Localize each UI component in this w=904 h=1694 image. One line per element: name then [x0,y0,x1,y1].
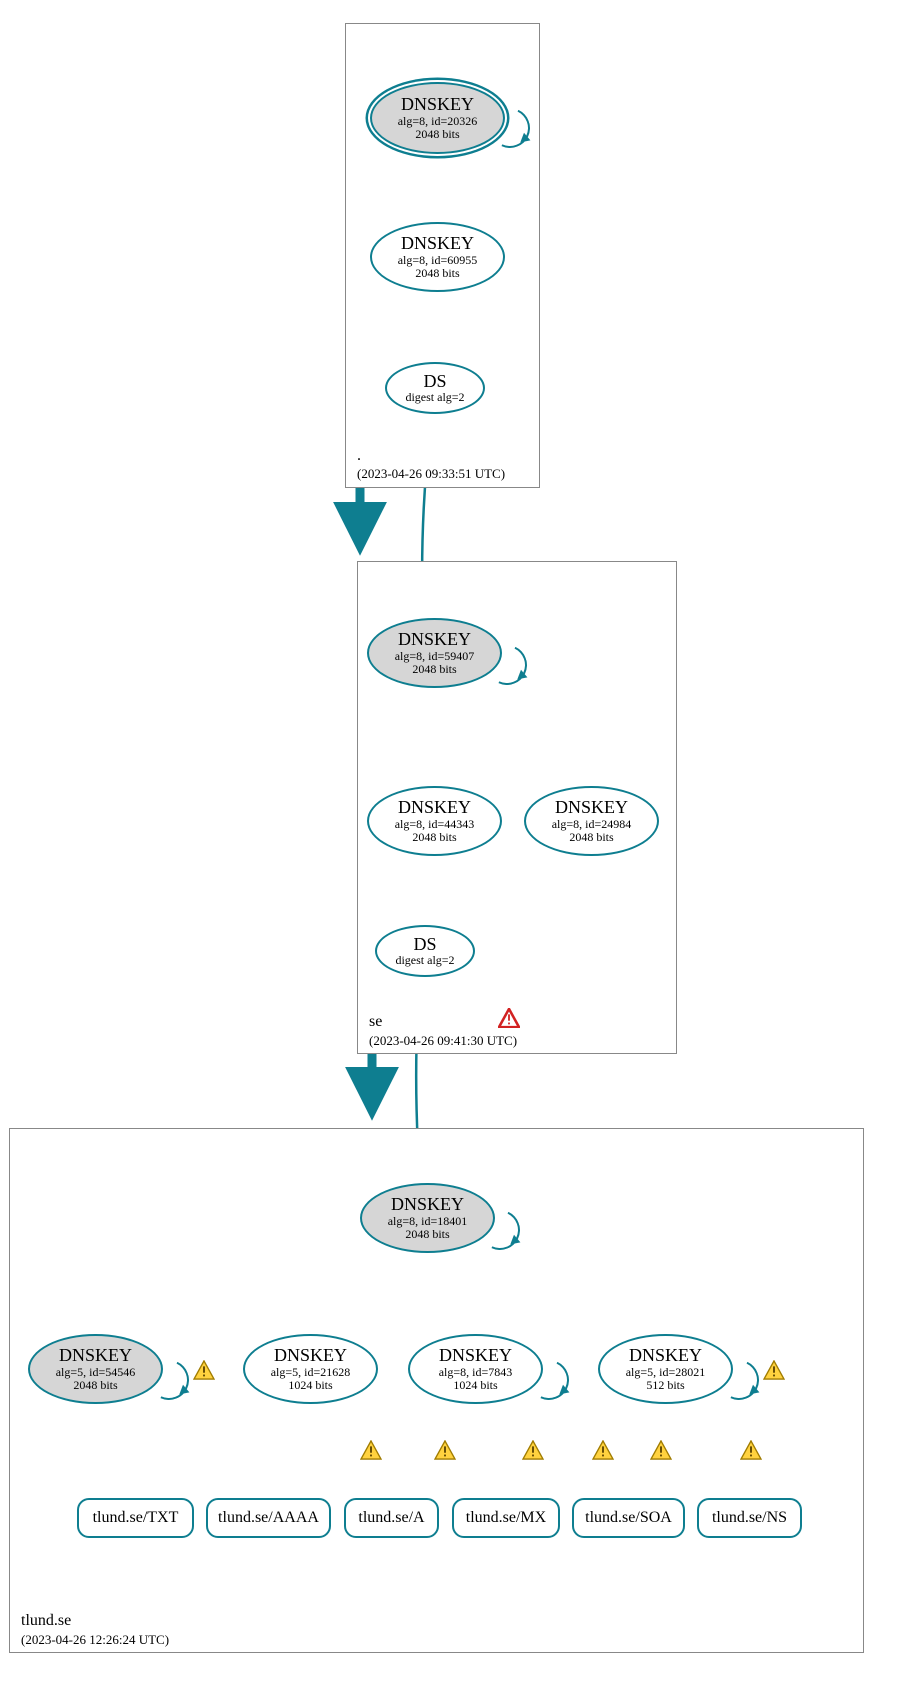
tlund-key3-bits: 1024 bits [453,1379,497,1392]
se-ds-node[interactable]: DS digest alg=2 [375,925,475,977]
root-zsk-bits: 2048 bits [415,267,459,280]
tlund-key4-node[interactable]: DNSKEY alg=5, id=28021 512 bits [598,1334,733,1404]
zone-se-name: se [369,1013,382,1031]
tlund-key1-node[interactable]: DNSKEY alg=5, id=54546 2048 bits [28,1334,163,1404]
root-ksk-title: DNSKEY [401,95,474,115]
root-zsk-alg: alg=8, id=60955 [398,254,478,267]
tlund-key2-node[interactable]: DNSKEY alg=5, id=21628 1024 bits [243,1334,378,1404]
dnssec-diagram: . (2023-04-26 09:33:51 UTC) DNSKEY alg=8… [0,0,904,1694]
tlund-key1-bits: 2048 bits [73,1379,117,1392]
record-aaaa[interactable]: tlund.se/AAAA [206,1498,331,1538]
root-ksk-bits: 2048 bits [415,128,459,141]
zone-tlund-timestamp: (2023-04-26 12:26:24 UTC) [21,1632,169,1648]
se-ksk-alg: alg=8, id=59407 [395,650,475,663]
se-ksk-bits: 2048 bits [412,663,456,676]
root-ds-title: DS [423,372,446,392]
warn-icon-d[interactable] [592,1440,614,1460]
root-ksk-node[interactable]: DNSKEY alg=8, id=20326 2048 bits [370,82,505,154]
root-ds-node[interactable]: DS digest alg=2 [385,362,485,414]
record-ns[interactable]: tlund.se/NS [697,1498,802,1538]
se-zsk2-node[interactable]: DNSKEY alg=8, id=24984 2048 bits [524,786,659,856]
root-zsk-node[interactable]: DNSKEY alg=8, id=60955 2048 bits [370,222,505,292]
tlund-key3-alg: alg=8, id=7843 [439,1366,513,1379]
tlund-key4-bits: 512 bits [646,1379,684,1392]
se-ksk-node[interactable]: DNSKEY alg=8, id=59407 2048 bits [367,618,502,688]
tlund-key2-bits: 1024 bits [288,1379,332,1392]
warn-icon-b[interactable] [434,1440,456,1460]
se-zsk1-title: DNSKEY [398,798,471,818]
tlund-key1-warn-icon[interactable] [193,1360,215,1380]
tlund-ksk-bits: 2048 bits [405,1228,449,1241]
tlund-ksk-title: DNSKEY [391,1195,464,1215]
se-zsk2-title: DNSKEY [555,798,628,818]
tlund-key3-title: DNSKEY [439,1346,512,1366]
zone-root-timestamp: (2023-04-26 09:33:51 UTC) [357,466,505,482]
tlund-key4-alg: alg=5, id=28021 [626,1366,706,1379]
root-zsk-title: DNSKEY [401,234,474,254]
record-soa[interactable]: tlund.se/SOA [572,1498,685,1538]
warn-icon-c[interactable] [522,1440,544,1460]
tlund-key2-alg: alg=5, id=21628 [271,1366,351,1379]
se-zsk2-alg: alg=8, id=24984 [552,818,632,831]
warn-icon-e[interactable] [650,1440,672,1460]
se-ds-title: DS [413,935,436,955]
root-ksk-alg: alg=8, id=20326 [398,115,478,128]
zone-se-error-icon[interactable] [498,1008,520,1028]
se-ksk-title: DNSKEY [398,630,471,650]
record-txt[interactable]: tlund.se/TXT [77,1498,194,1538]
zone-tlund-name: tlund.se [21,1612,71,1630]
root-ds-alg: digest alg=2 [405,391,464,404]
warn-icon-f[interactable] [740,1440,762,1460]
record-a[interactable]: tlund.se/A [344,1498,439,1538]
warn-icon-a[interactable] [360,1440,382,1460]
se-zsk1-node[interactable]: DNSKEY alg=8, id=44343 2048 bits [367,786,502,856]
tlund-ksk-alg: alg=8, id=18401 [388,1215,468,1228]
se-ds-alg: digest alg=2 [395,954,454,967]
se-zsk2-bits: 2048 bits [569,831,613,844]
se-zsk1-alg: alg=8, id=44343 [395,818,475,831]
tlund-key4-title: DNSKEY [629,1346,702,1366]
tlund-ksk-node[interactable]: DNSKEY alg=8, id=18401 2048 bits [360,1183,495,1253]
tlund-key4-warn-icon[interactable] [763,1360,785,1380]
se-zsk1-bits: 2048 bits [412,831,456,844]
zone-root-name: . [357,447,361,465]
tlund-key2-title: DNSKEY [274,1346,347,1366]
record-mx[interactable]: tlund.se/MX [452,1498,560,1538]
tlund-key1-title: DNSKEY [59,1346,132,1366]
zone-se-timestamp: (2023-04-26 09:41:30 UTC) [369,1033,517,1049]
tlund-key3-node[interactable]: DNSKEY alg=8, id=7843 1024 bits [408,1334,543,1404]
tlund-key1-alg: alg=5, id=54546 [56,1366,136,1379]
